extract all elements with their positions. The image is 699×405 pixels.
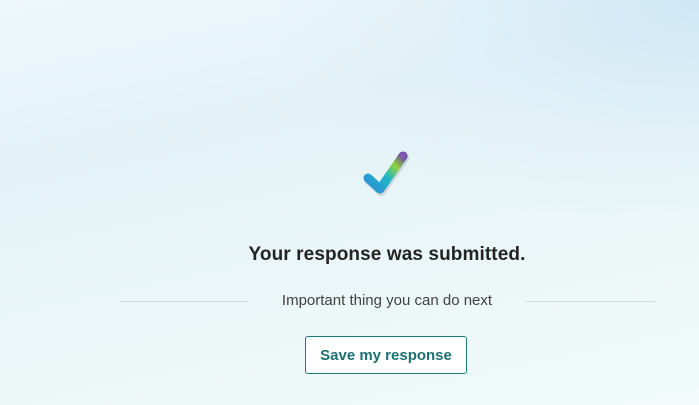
checkmark-icon <box>363 151 409 196</box>
confirmation-title: Your response was submitted. <box>248 244 526 265</box>
next-step-label: Important thing you can do next <box>281 292 493 309</box>
background-glow <box>279 0 699 220</box>
divider-line-right <box>525 301 655 302</box>
next-step-divider: Important thing you can do next <box>119 290 655 312</box>
save-response-button[interactable]: Save my response <box>305 336 467 374</box>
divider-line-left <box>119 301 249 302</box>
